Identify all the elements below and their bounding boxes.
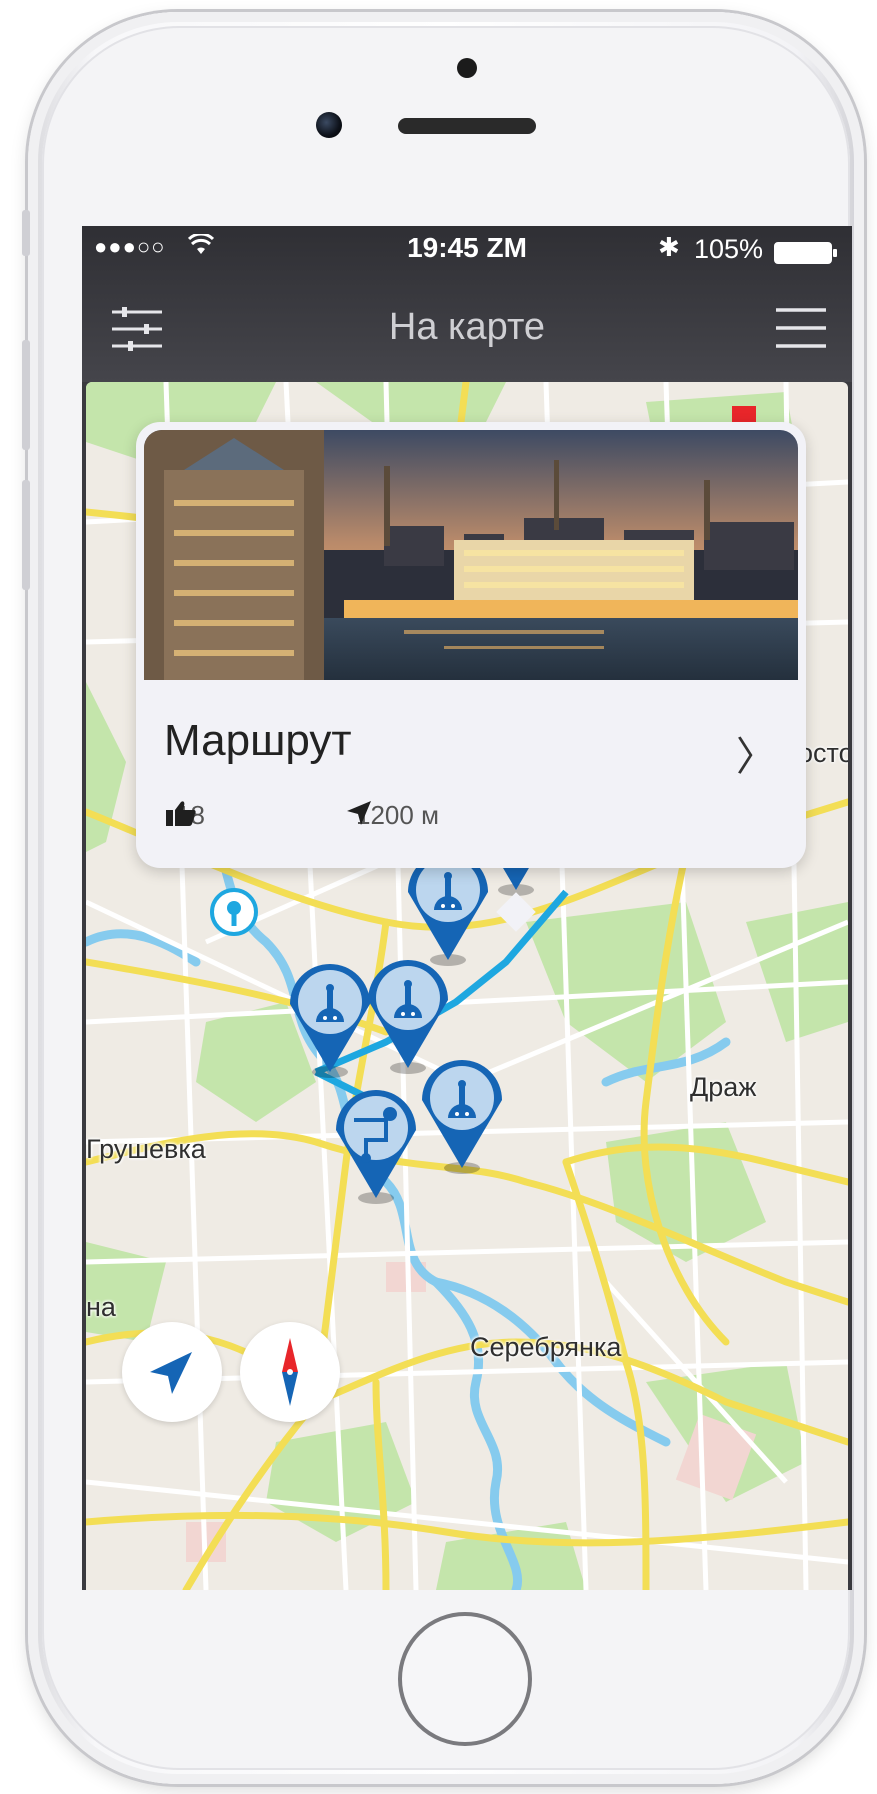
map-label-grushevka: Грушевка — [86, 1134, 206, 1164]
battery-percent: 105% — [694, 234, 764, 264]
menu-icon[interactable] — [774, 304, 828, 352]
earpiece-speaker — [398, 118, 536, 134]
status-bar: ●●●○○ 19:45 ZM ✱ 105% — [82, 226, 852, 276]
monument-pin-icon[interactable] — [368, 960, 448, 1074]
chevron-right-icon[interactable]: 〉 — [736, 724, 776, 782]
screen: ●●●○○ 19:45 ZM ✱ 105% На карте Грушевка … — [82, 226, 852, 1590]
page-title: На карте — [388, 306, 546, 348]
monument-pin-icon[interactable] — [408, 852, 488, 966]
distance: 1200 м — [346, 800, 439, 831]
route-card[interactable]: Маршрут 〉 18 1200 м — [136, 422, 806, 932]
battery-icon — [774, 242, 837, 264]
keyhole-pin-icon[interactable] — [210, 888, 258, 936]
mute-switch — [22, 210, 30, 256]
map-label-drazh: Драж — [690, 1072, 757, 1102]
volume-down-button — [22, 480, 30, 590]
route-title: Маршрут — [164, 716, 352, 765]
volume-up-button — [22, 340, 30, 450]
device-frame: ●●●○○ 19:45 ZM ✱ 105% На карте Грушевка … — [0, 0, 877, 1794]
front-camera — [316, 112, 342, 138]
navigation-arrow-icon — [150, 1352, 192, 1394]
proximity-sensor — [457, 58, 477, 78]
map-label-na: на — [86, 1292, 116, 1322]
monument-pin-icon[interactable] — [422, 1060, 502, 1174]
map-label-serebryanka: Серебрянка — [470, 1332, 622, 1362]
compass-button[interactable] — [240, 1322, 340, 1422]
compass-icon — [282, 1338, 298, 1406]
bluetooth-icon: ✱ — [658, 232, 680, 262]
navigation-bar: На карте — [82, 276, 852, 382]
map-view[interactable]: Грушевка Серебрянка Драж на осто Маршрут… — [86, 382, 848, 1590]
likes-count: 18 — [166, 800, 205, 831]
home-button[interactable] — [398, 1612, 532, 1746]
top-bar: ●●●○○ 19:45 ZM ✱ 105% На карте — [82, 226, 852, 382]
route-photo — [144, 430, 798, 680]
locate-me-button[interactable] — [122, 1322, 222, 1422]
